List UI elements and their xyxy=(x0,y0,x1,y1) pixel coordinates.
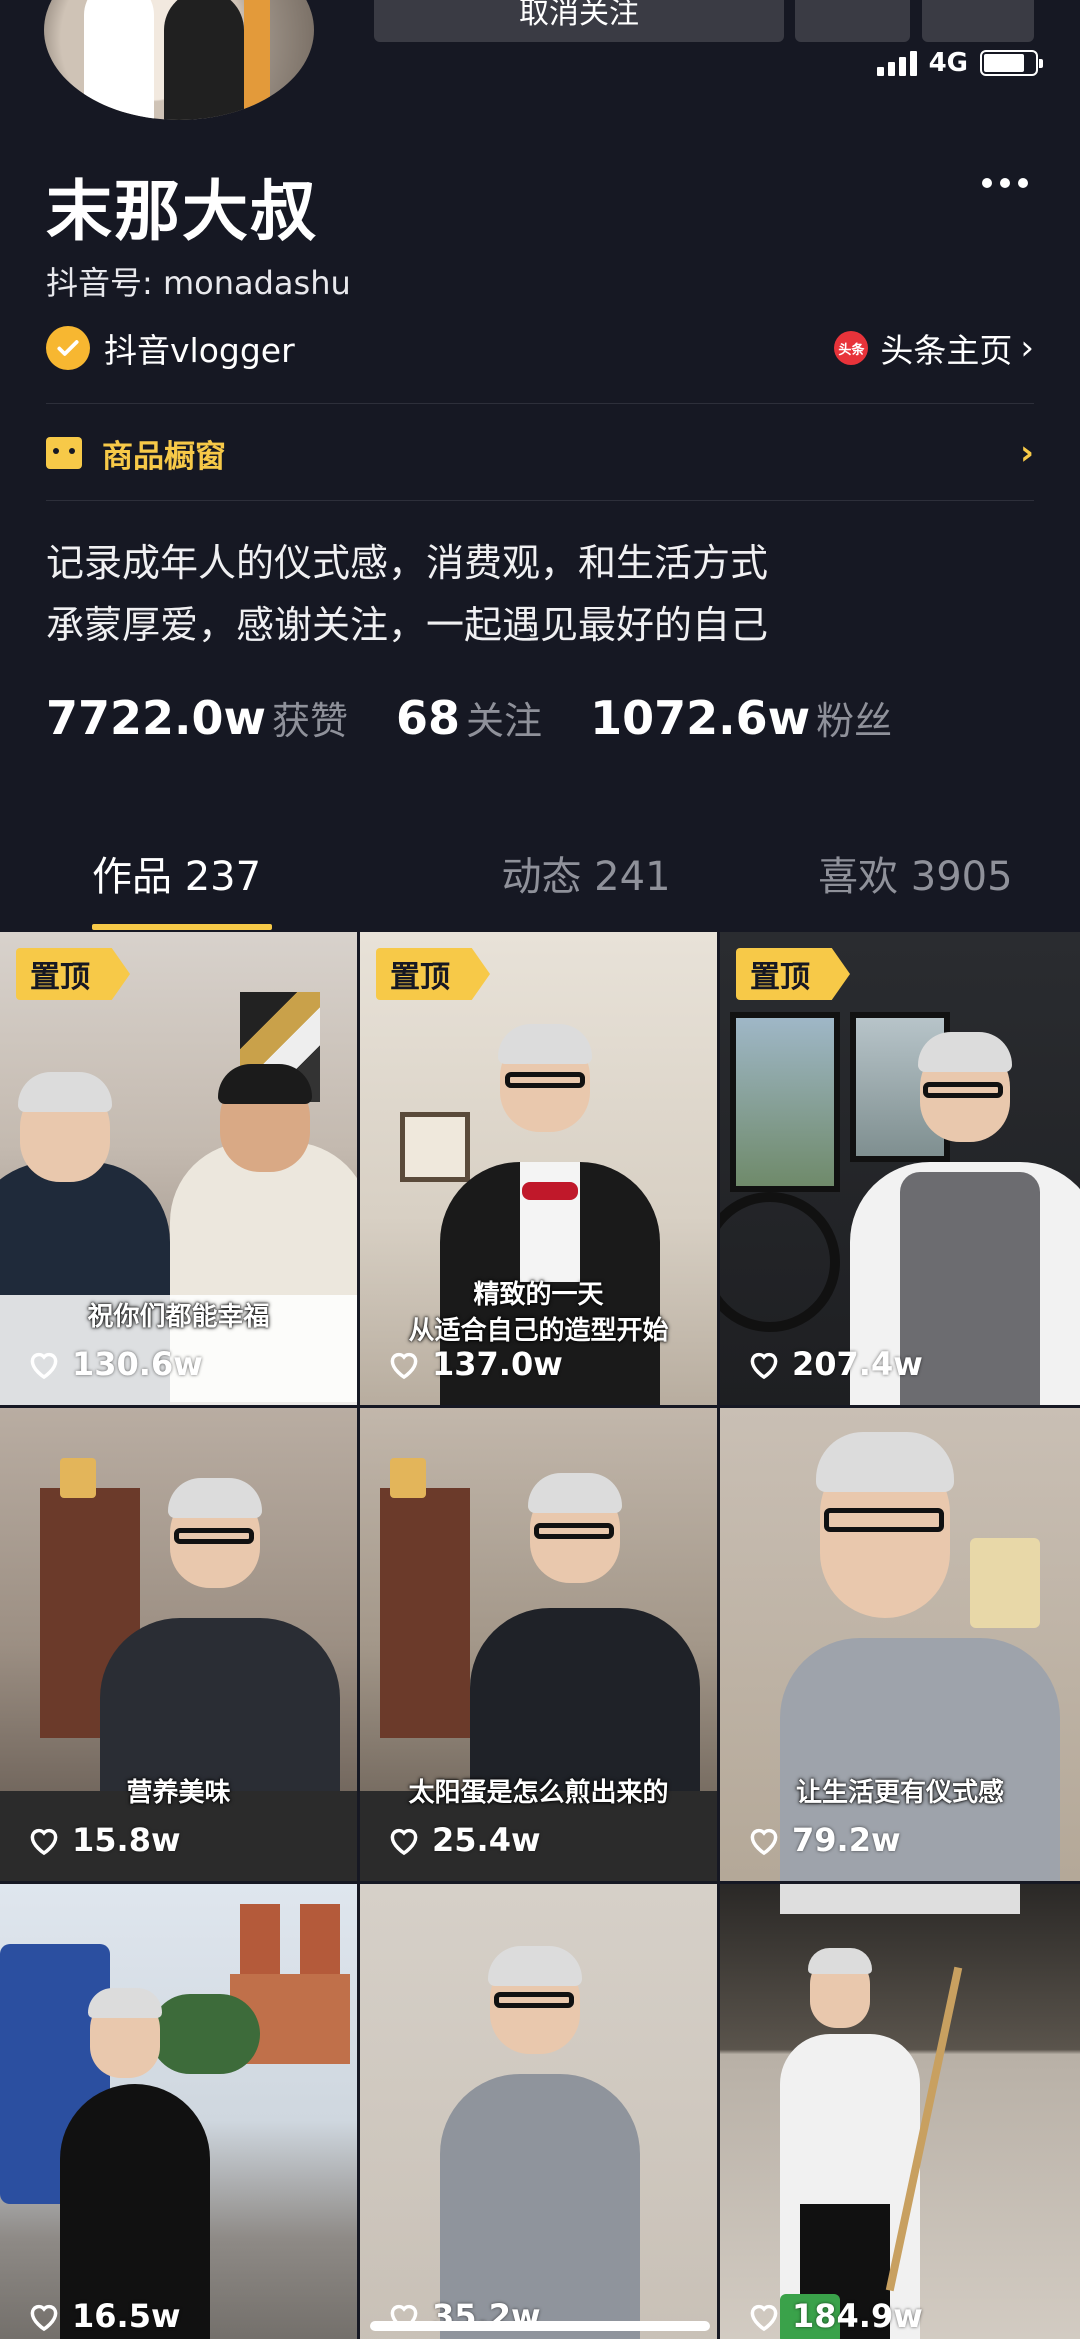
heart-icon xyxy=(30,1352,58,1380)
message-button[interactable] xyxy=(795,0,910,42)
following-stat[interactable]: 68 关注 xyxy=(396,690,542,745)
toutiao-icon: 头条 xyxy=(834,331,869,365)
likes-count: 130.6w xyxy=(72,1345,203,1383)
stat-label: 获赞 xyxy=(272,699,349,743)
likes-count: 16.5w xyxy=(72,2297,181,2335)
likes-count: 79.2w xyxy=(792,1821,901,1859)
battery-icon xyxy=(980,50,1043,76)
toutiao-homepage-link[interactable]: 头条 头条主页 › xyxy=(834,324,1034,372)
chevron-right-icon: › xyxy=(1019,433,1034,473)
heart-icon xyxy=(750,1828,778,1856)
expand-button[interactable] xyxy=(922,0,1034,42)
heart-icon xyxy=(30,2304,58,2332)
home-indicator[interactable] xyxy=(370,2321,710,2331)
stat-value: 68 xyxy=(396,691,461,745)
unfollow-button-label: 取消关注 xyxy=(519,0,639,31)
video-likes: 15.8w xyxy=(26,1821,181,1859)
shop-window-label: 商品橱窗 xyxy=(102,438,226,475)
chevron-right-icon: › xyxy=(1020,328,1034,368)
likes-count: 207.4w xyxy=(792,1345,923,1383)
heart-icon xyxy=(30,1828,58,1856)
video-likes: 79.2w xyxy=(746,1821,901,1859)
profile-page: 取消关注 4G 末那大叔 抖音号: monadashu 抖音vlogger 头条… xyxy=(0,0,1080,2339)
video-thumbnail[interactable]: 营养美味 15.8w xyxy=(0,1408,360,1884)
video-likes: 184.9w xyxy=(746,2297,923,2335)
network-label: 4G xyxy=(928,48,968,78)
shop-icon xyxy=(46,437,82,469)
likes-count: 25.4w xyxy=(432,1821,541,1859)
avatar[interactable] xyxy=(44,0,314,120)
verified-check-icon xyxy=(46,326,90,370)
stat-label: 粉丝 xyxy=(816,699,893,743)
verification-row: 抖音vlogger 头条 头条主页 › xyxy=(46,325,1034,371)
tab-activity[interactable]: 动态 241 xyxy=(421,830,750,930)
signal-icon xyxy=(876,50,917,76)
heart-icon xyxy=(390,1352,418,1380)
divider xyxy=(46,403,1034,404)
more-options-icon[interactable] xyxy=(982,178,1028,188)
video-thumbnail[interactable]: 置顶 207.4w xyxy=(720,932,1080,1408)
bio-line: 记录成年人的仪式感，消费观，和生活方式 xyxy=(46,541,769,585)
unfollow-button[interactable]: 取消关注 xyxy=(374,0,784,42)
profile-name: 末那大叔 xyxy=(46,173,318,250)
divider xyxy=(46,500,1034,501)
likes-received-stat[interactable]: 7722.0w 获赞 xyxy=(46,690,348,745)
video-likes: 137.0w xyxy=(386,1345,563,1383)
likes-count: 184.9w xyxy=(792,2297,923,2335)
video-caption: 太阳蛋是怎么煎出来的 xyxy=(408,1778,669,1808)
tab-likes[interactable]: 喜欢 3905 xyxy=(751,830,1080,930)
heart-icon xyxy=(390,1828,418,1856)
video-caption: 让生活更有仪式感 xyxy=(795,1778,1004,1808)
verified-label: 抖音vlogger xyxy=(104,331,295,370)
video-thumbnail[interactable]: 置顶 祝你们都能幸福 130.6w xyxy=(0,932,360,1408)
bio-line: 承蒙厚爱，感谢关注，一起遇见最好的自己 xyxy=(46,603,769,647)
stats-row: 7722.0w 获赞 68 关注 1072.6w 粉丝 xyxy=(46,690,940,745)
video-likes: 16.5w xyxy=(26,2297,181,2335)
pinned-badge: 置顶 xyxy=(376,948,490,1000)
likes-count: 15.8w xyxy=(72,1821,181,1859)
shop-window-row[interactable]: 商品橱窗 › xyxy=(46,420,1034,486)
video-thumbnail[interactable]: 184.9w xyxy=(720,1884,1080,2339)
heart-icon xyxy=(750,2304,778,2332)
video-thumbnail[interactable]: 16.5w xyxy=(0,1884,360,2339)
video-likes: 130.6w xyxy=(26,1345,203,1383)
douyin-id: 抖音号: monadashu xyxy=(46,264,351,302)
video-thumbnail[interactable]: 置顶 精致的一天 从适合自己的造型开始 137.0w xyxy=(360,932,720,1408)
heart-icon xyxy=(750,1352,778,1380)
toutiao-link-label: 头条主页 xyxy=(880,331,1013,370)
likes-count: 137.0w xyxy=(432,1345,563,1383)
status-bar: 4G xyxy=(876,48,1043,78)
pinned-badge: 置顶 xyxy=(16,948,130,1000)
video-grid: 置顶 祝你们都能幸福 130.6w 置顶 精致的一天 从适合自己的造型开始 13… xyxy=(0,932,1080,2339)
pinned-badge: 置顶 xyxy=(736,948,850,1000)
stat-value: 1072.6w xyxy=(590,691,811,745)
video-likes: 25.4w xyxy=(386,1821,541,1859)
video-thumbnail[interactable]: 35.2w xyxy=(360,1884,720,2339)
bio: 记录成年人的仪式感，消费观，和生活方式 承蒙厚爱，感谢关注，一起遇见最好的自己 xyxy=(46,532,768,656)
tab-works[interactable]: 作品 237 xyxy=(0,830,421,930)
followers-stat[interactable]: 1072.6w 粉丝 xyxy=(590,690,892,745)
video-likes: 207.4w xyxy=(746,1345,923,1383)
stat-value: 7722.0w xyxy=(46,691,267,745)
video-thumbnail[interactable]: 太阳蛋是怎么煎出来的 25.4w xyxy=(360,1408,720,1884)
stat-label: 关注 xyxy=(466,699,543,743)
video-caption: 营养美味 xyxy=(126,1778,231,1808)
video-caption: 精致的一天 从适合自己的造型开始 xyxy=(408,1280,669,1346)
profile-tabs: 作品 237 动态 241 喜欢 3905 xyxy=(0,830,1080,930)
video-thumbnail[interactable]: 让生活更有仪式感 79.2w xyxy=(720,1408,1080,1884)
video-caption: 祝你们都能幸福 xyxy=(87,1302,270,1332)
